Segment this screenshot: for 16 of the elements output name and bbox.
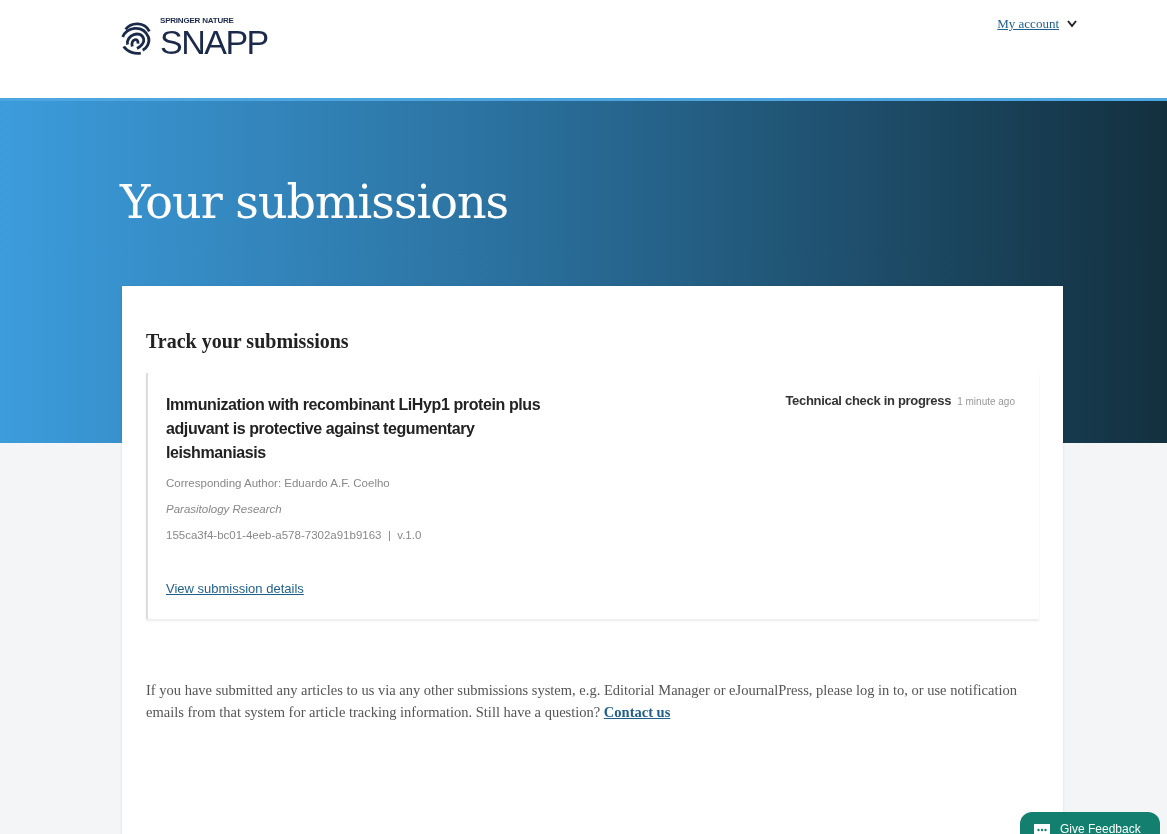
card-heading: Track your submissions bbox=[146, 330, 350, 353]
give-feedback-button[interactable]: Give Feedback bbox=[1020, 812, 1160, 834]
page-title: Your submissions bbox=[120, 175, 510, 229]
view-details-link[interactable]: View submission details bbox=[166, 581, 304, 596]
contact-us-link[interactable]: Contact us bbox=[603, 704, 671, 720]
brand-logo-text: SNAPP bbox=[160, 24, 268, 59]
author-text: Corresponding Author: Eduardo A.F. Coelho bbox=[166, 477, 391, 489]
journal-name: Parasitology Research bbox=[166, 503, 283, 515]
submission-title: Immunization with recombinant LiHyp1 protein plus adjuvant is protective against tegumentary leishmaniasis bbox=[166, 395, 542, 463]
my-account-link[interactable]: My account bbox=[997, 16, 1059, 32]
chevron-down-icon[interactable] bbox=[1067, 20, 1077, 28]
submission-id: 155ca3f4-bc01-4eeb-a578-7302a91b9163 | v.1.0 bbox=[166, 529, 423, 541]
status-text: Technical check in progress bbox=[785, 393, 952, 408]
brand-subtitle: SPRINGER NATURE bbox=[160, 15, 235, 25]
info-paragraph: If you have submitted any articles to us via any other submissions system, e.g. Editorial Manager or eJournalPress, please log in to, or use notification emails from that system for article tracking information. Still have a question? Contact us bbox=[146, 681, 1019, 722]
status-time: 1 minute ago bbox=[957, 396, 1015, 407]
